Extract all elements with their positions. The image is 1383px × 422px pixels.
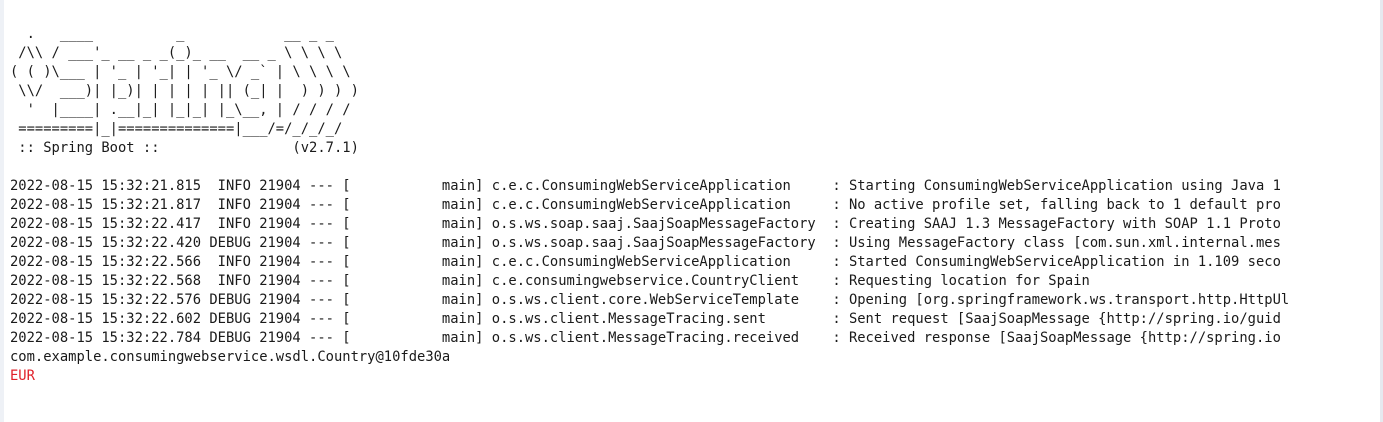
banner-line: =========|_|==============|___/=/_/_/_/ [10,121,343,137]
banner-line: /\\ / ___'_ __ _ _(_)_ __ __ _ \ \ \ \ [10,45,343,61]
log-line: 2022-08-15 15:32:22.602 DEBUG 21904 --- … [10,311,1281,327]
log-line: 2022-08-15 15:32:21.817 INFO 21904 --- [… [10,197,1281,213]
log-line: 2022-08-15 15:32:22.420 DEBUG 21904 --- … [10,235,1281,251]
log-line: 2022-08-15 15:32:22.417 INFO 21904 --- [… [10,216,1281,232]
banner-line: ' |____| .__|_| |_|_| |_\__, | / / / / [10,102,351,118]
log-line: 2022-08-15 15:32:22.568 INFO 21904 --- [… [10,273,1090,289]
log-line: 2022-08-15 15:32:22.566 INFO 21904 --- [… [10,254,1281,270]
log-line: 2022-08-15 15:32:21.815 INFO 21904 --- [… [10,178,1281,194]
console-output-panel: . ____ _ __ _ _ /\\ / ___'_ __ _ _(_)_ _… [0,0,1383,422]
banner-version-line: :: Spring Boot :: (v2.7.1) [10,140,359,156]
banner-line: \\/ ___)| |_)| | | | | || (_| | ) ) ) ) [10,83,359,99]
banner-line: . ____ _ __ _ _ [10,26,334,42]
currency-output-line: EUR [10,368,35,384]
console-text: . ____ _ __ _ _ /\\ / ___'_ __ _ _(_)_ _… [10,25,1289,386]
log-line: 2022-08-15 15:32:22.576 DEBUG 21904 --- … [10,292,1290,308]
banner-line: ( ( )\___ | '_ | '_| | '_ \/ _` | \ \ \ … [10,64,351,80]
country-output-line: com.example.consumingwebservice.wsdl.Cou… [10,349,451,365]
log-line: 2022-08-15 15:32:22.784 DEBUG 21904 --- … [10,330,1281,346]
